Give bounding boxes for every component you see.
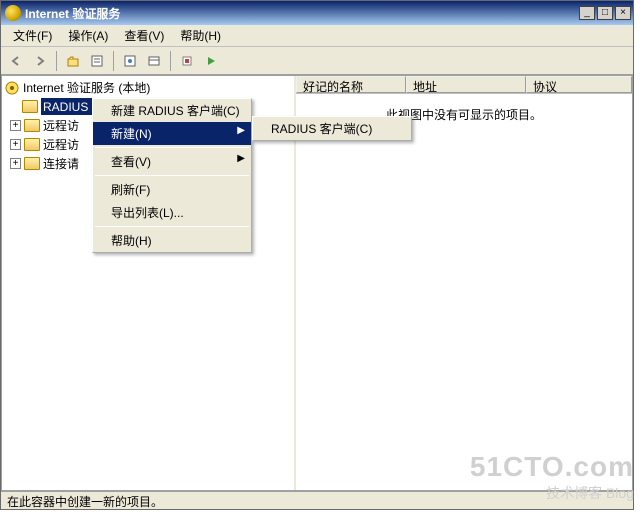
start-button[interactable]	[200, 50, 222, 72]
expand-icon[interactable]: +	[10, 158, 21, 169]
menu-action[interactable]: 操作(A)	[60, 25, 116, 46]
toolbar-separator	[170, 51, 171, 71]
export-button[interactable]	[143, 50, 165, 72]
col-name[interactable]: 好记的名称	[296, 76, 406, 93]
content-area: Internet 验证服务 (本地) RADIUS 客户端 + 远程访 + 远程…	[1, 75, 633, 491]
col-protocol[interactable]: 协议	[526, 76, 632, 93]
menu-separator	[95, 147, 249, 148]
watermark: 51CTO.com 技术博客 Blog	[470, 451, 634, 503]
forward-button[interactable]	[29, 50, 51, 72]
folder-icon	[24, 119, 40, 132]
refresh-button[interactable]	[119, 50, 141, 72]
menu-separator	[95, 226, 249, 227]
menu-help[interactable]: 帮助(H)	[172, 25, 229, 46]
stop-button[interactable]	[176, 50, 198, 72]
titlebar: Internet 验证服务 _ □ ×	[1, 1, 633, 25]
app-window: Internet 验证服务 _ □ × 文件(F) 操作(A) 查看(V) 帮助…	[0, 0, 634, 510]
col-address[interactable]: 地址	[406, 76, 526, 93]
menubar: 文件(F) 操作(A) 查看(V) 帮助(H)	[1, 25, 633, 47]
folder-icon	[24, 138, 40, 151]
menu-export-list[interactable]: 导出列表(L)...	[93, 201, 251, 224]
list-body: 此视图中没有可显示的项目。	[296, 94, 632, 490]
submenu-arrow-icon: ▶	[237, 125, 245, 136]
submenu-radius-client[interactable]: RADIUS 客户端(C)	[253, 117, 411, 140]
window-title: Internet 验证服务	[25, 5, 579, 22]
menu-view[interactable]: 查看(V)	[116, 25, 172, 46]
menu-new-radius-client[interactable]: 新建 RADIUS 客户端(C)	[93, 99, 251, 122]
menu-view[interactable]: 查看(V) ▶	[93, 150, 251, 173]
tree-panel: Internet 验证服务 (本地) RADIUS 客户端 + 远程访 + 远程…	[2, 76, 296, 490]
folder-open-icon	[22, 100, 38, 113]
toolbar-separator	[113, 51, 114, 71]
expand-icon[interactable]: +	[10, 120, 21, 131]
minimize-button[interactable]: _	[579, 6, 595, 20]
menu-file[interactable]: 文件(F)	[5, 25, 60, 46]
toolbar	[1, 47, 633, 75]
maximize-button[interactable]: □	[597, 6, 613, 20]
up-button[interactable]	[62, 50, 84, 72]
properties-button[interactable]	[86, 50, 108, 72]
toolbar-separator	[56, 51, 57, 71]
menu-new[interactable]: 新建(N) ▶	[93, 122, 251, 145]
app-icon	[5, 5, 21, 21]
folder-icon	[24, 157, 40, 170]
context-submenu: RADIUS 客户端(C)	[252, 116, 412, 141]
menu-help[interactable]: 帮助(H)	[93, 229, 251, 252]
expand-icon[interactable]: +	[10, 139, 21, 150]
service-icon	[4, 80, 20, 96]
menu-separator	[95, 175, 249, 176]
back-button[interactable]	[5, 50, 27, 72]
menu-refresh[interactable]: 刷新(F)	[93, 178, 251, 201]
list-header: 好记的名称 地址 协议	[296, 76, 632, 94]
status-text: 在此容器中创建一新的项目。	[7, 495, 163, 509]
context-menu: 新建 RADIUS 客户端(C) 新建(N) ▶ 查看(V) ▶ 刷新(F) 导…	[92, 98, 252, 253]
close-button[interactable]: ×	[615, 6, 631, 20]
submenu-arrow-icon: ▶	[237, 153, 245, 164]
tree-root[interactable]: Internet 验证服务 (本地)	[4, 78, 292, 97]
